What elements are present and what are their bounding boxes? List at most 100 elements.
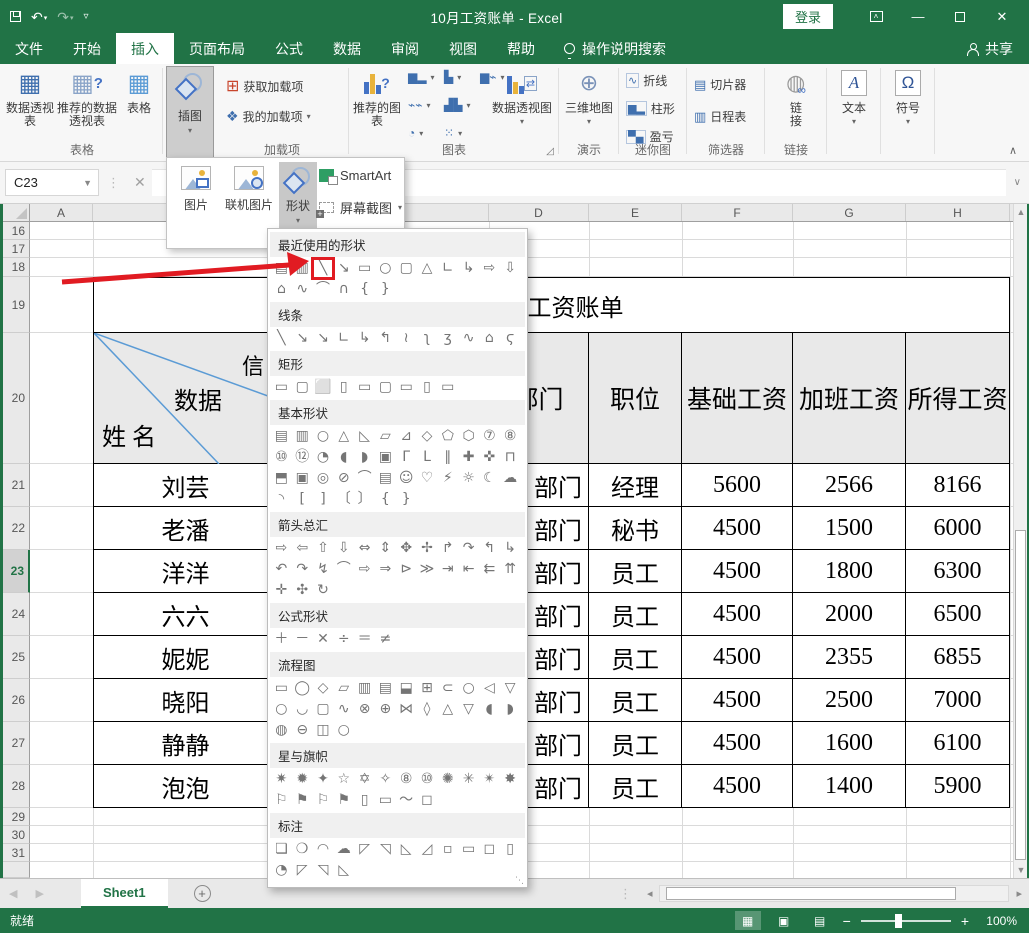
cell-B28[interactable]: 泡泡: [93, 765, 278, 808]
tab-文件[interactable]: 文件: [0, 33, 58, 64]
shape-item[interactable]: ▭: [271, 679, 292, 698]
shape-item[interactable]: ▱: [333, 679, 354, 698]
shape-item[interactable]: ∟: [437, 259, 458, 278]
shape-item[interactable]: ＋: [271, 630, 292, 649]
collapse-ribbon-icon[interactable]: ∧: [1009, 144, 1017, 157]
row-header-21[interactable]: 21: [0, 464, 30, 507]
horizontal-scrollbar[interactable]: [659, 885, 1009, 902]
scroll-down-icon[interactable]: ▼: [1014, 862, 1028, 878]
slicer-button[interactable]: ▤切片器: [694, 76, 746, 93]
shape-item[interactable]: ◻: [479, 840, 500, 859]
cell-G21[interactable]: 2566: [793, 464, 906, 507]
shape-item[interactable]: ⬡: [458, 427, 479, 446]
shape-item[interactable]: ◊: [417, 700, 438, 719]
shape-item[interactable]: ▫: [437, 840, 458, 859]
shape-item[interactable]: ◔: [313, 448, 334, 467]
shape-item[interactable]: ▢: [313, 700, 334, 719]
ribbon-display-options-icon[interactable]: ˄: [855, 4, 897, 30]
shape-item[interactable]: ✳: [458, 770, 479, 789]
shape-item[interactable]: ⇧: [313, 539, 334, 558]
shape-item[interactable]: {: [375, 490, 396, 509]
shape-item[interactable]: ✥: [396, 539, 417, 558]
row-header-29[interactable]: 29: [0, 808, 30, 826]
cell-B24[interactable]: 六六: [93, 593, 278, 636]
shape-item[interactable]: ◔: [271, 861, 292, 880]
cell-H24[interactable]: 6500: [906, 593, 1010, 636]
shape-item[interactable]: ◠: [313, 840, 334, 859]
redo-icon[interactable]: ↷▾: [57, 10, 73, 24]
col-header-D[interactable]: D: [489, 204, 589, 221]
insert-line-chart-button[interactable]: ⌁⌁▾: [408, 98, 430, 112]
col-header-G[interactable]: G: [793, 204, 906, 221]
shape-item[interactable]: ∿: [292, 280, 313, 299]
cell-B20-corner[interactable]: 信数据姓 名: [93, 333, 278, 464]
shape-item[interactable]: ◇: [313, 679, 334, 698]
row-header-16[interactable]: 16: [0, 222, 30, 240]
shape-item[interactable]: ▭: [271, 378, 292, 397]
shape-item[interactable]: ⌒: [354, 469, 375, 488]
timeline-button[interactable]: ▥日程表: [694, 108, 746, 125]
link-button[interactable]: ◍∞ 链 接: [776, 67, 816, 128]
zoom-level[interactable]: 100%: [979, 914, 1017, 928]
shape-item[interactable]: ✧: [375, 770, 396, 789]
shape-item[interactable]: ⊓: [500, 448, 521, 467]
cell-F25[interactable]: 4500: [682, 636, 793, 679]
zoom-in-icon[interactable]: +: [961, 913, 969, 929]
sheet-tab-sheet1[interactable]: Sheet1: [81, 879, 168, 908]
cell-H26[interactable]: 7000: [906, 679, 1010, 722]
shape-item[interactable]: ▢: [396, 259, 417, 278]
shape-item[interactable]: ▤: [375, 679, 396, 698]
cell-H21[interactable]: 8166: [906, 464, 1010, 507]
shape-item[interactable]: ▢: [292, 378, 313, 397]
shape-item[interactable]: ⬠: [437, 427, 458, 446]
shape-item[interactable]: ⊖: [292, 721, 313, 740]
name-box[interactable]: C23 ▼: [5, 169, 99, 196]
shape-item[interactable]: ⊘: [333, 469, 354, 488]
vertical-scrollbar[interactable]: ▲ ▼: [1013, 204, 1027, 878]
shape-item[interactable]: ○: [458, 679, 479, 698]
shape-item[interactable]: ◺: [354, 427, 375, 446]
shape-item[interactable]: ◖: [333, 448, 354, 467]
insert-area-chart-button[interactable]: ▟▙▾: [444, 98, 470, 112]
shape-item-highlighted[interactable]: ╲: [313, 259, 334, 278]
shape-item[interactable]: ⊗: [354, 700, 375, 719]
insert-pie-chart-button[interactable]: ◔▾: [408, 126, 423, 140]
shape-item[interactable]: ⑦: [479, 427, 500, 446]
new-sheet-icon[interactable]: +: [194, 885, 211, 902]
shape-item[interactable]: ⇨: [479, 259, 500, 278]
my-addins-button[interactable]: ❖ 我的加载项 ▾: [226, 108, 311, 125]
shape-item[interactable]: －: [292, 630, 313, 649]
normal-view-icon[interactable]: ▦: [735, 911, 761, 930]
shape-item[interactable]: ○: [333, 721, 354, 740]
shape-item[interactable]: ▭: [375, 791, 396, 810]
shape-item[interactable]: ☾: [479, 469, 500, 488]
shape-item[interactable]: ⬒: [271, 469, 292, 488]
name-box-dropdown-icon[interactable]: ▼: [83, 178, 98, 188]
shape-item[interactable]: Γ: [396, 448, 417, 467]
cell-F23[interactable]: 4500: [682, 550, 793, 593]
shape-item[interactable]: ▭: [354, 259, 375, 278]
shape-item[interactable]: 〕: [354, 490, 375, 509]
shape-item[interactable]: ▥: [292, 427, 313, 446]
customize-qat-icon[interactable]: ▿: [84, 12, 89, 22]
cell-G27[interactable]: 1600: [793, 722, 906, 765]
shape-item[interactable]: ⑩: [271, 448, 292, 467]
row-header-30[interactable]: 30: [0, 826, 30, 844]
shape-item[interactable]: ✷: [271, 770, 292, 789]
shape-item[interactable]: ∩: [333, 280, 354, 299]
illustrations-button[interactable]: 插图 ▾: [166, 66, 214, 159]
shape-item[interactable]: ↰: [375, 329, 396, 348]
shape-item[interactable]: ▯: [333, 378, 354, 397]
screenshot-menu-item[interactable]: 屏幕截图 ▾: [319, 198, 402, 217]
shape-item[interactable]: ⌂: [479, 329, 500, 348]
shape-item[interactable]: ⊳: [396, 560, 417, 579]
shape-item[interactable]: ◸: [354, 840, 375, 859]
shape-item[interactable]: ∟: [333, 329, 354, 348]
cell-F26[interactable]: 4500: [682, 679, 793, 722]
shape-item[interactable]: ⑧: [396, 770, 417, 789]
shape-item[interactable]: L: [417, 448, 438, 467]
shape-item[interactable]: ⚑: [333, 791, 354, 810]
cell-E28[interactable]: 员工: [589, 765, 682, 808]
shape-item[interactable]: △: [333, 427, 354, 446]
cell-H27[interactable]: 6100: [906, 722, 1010, 765]
